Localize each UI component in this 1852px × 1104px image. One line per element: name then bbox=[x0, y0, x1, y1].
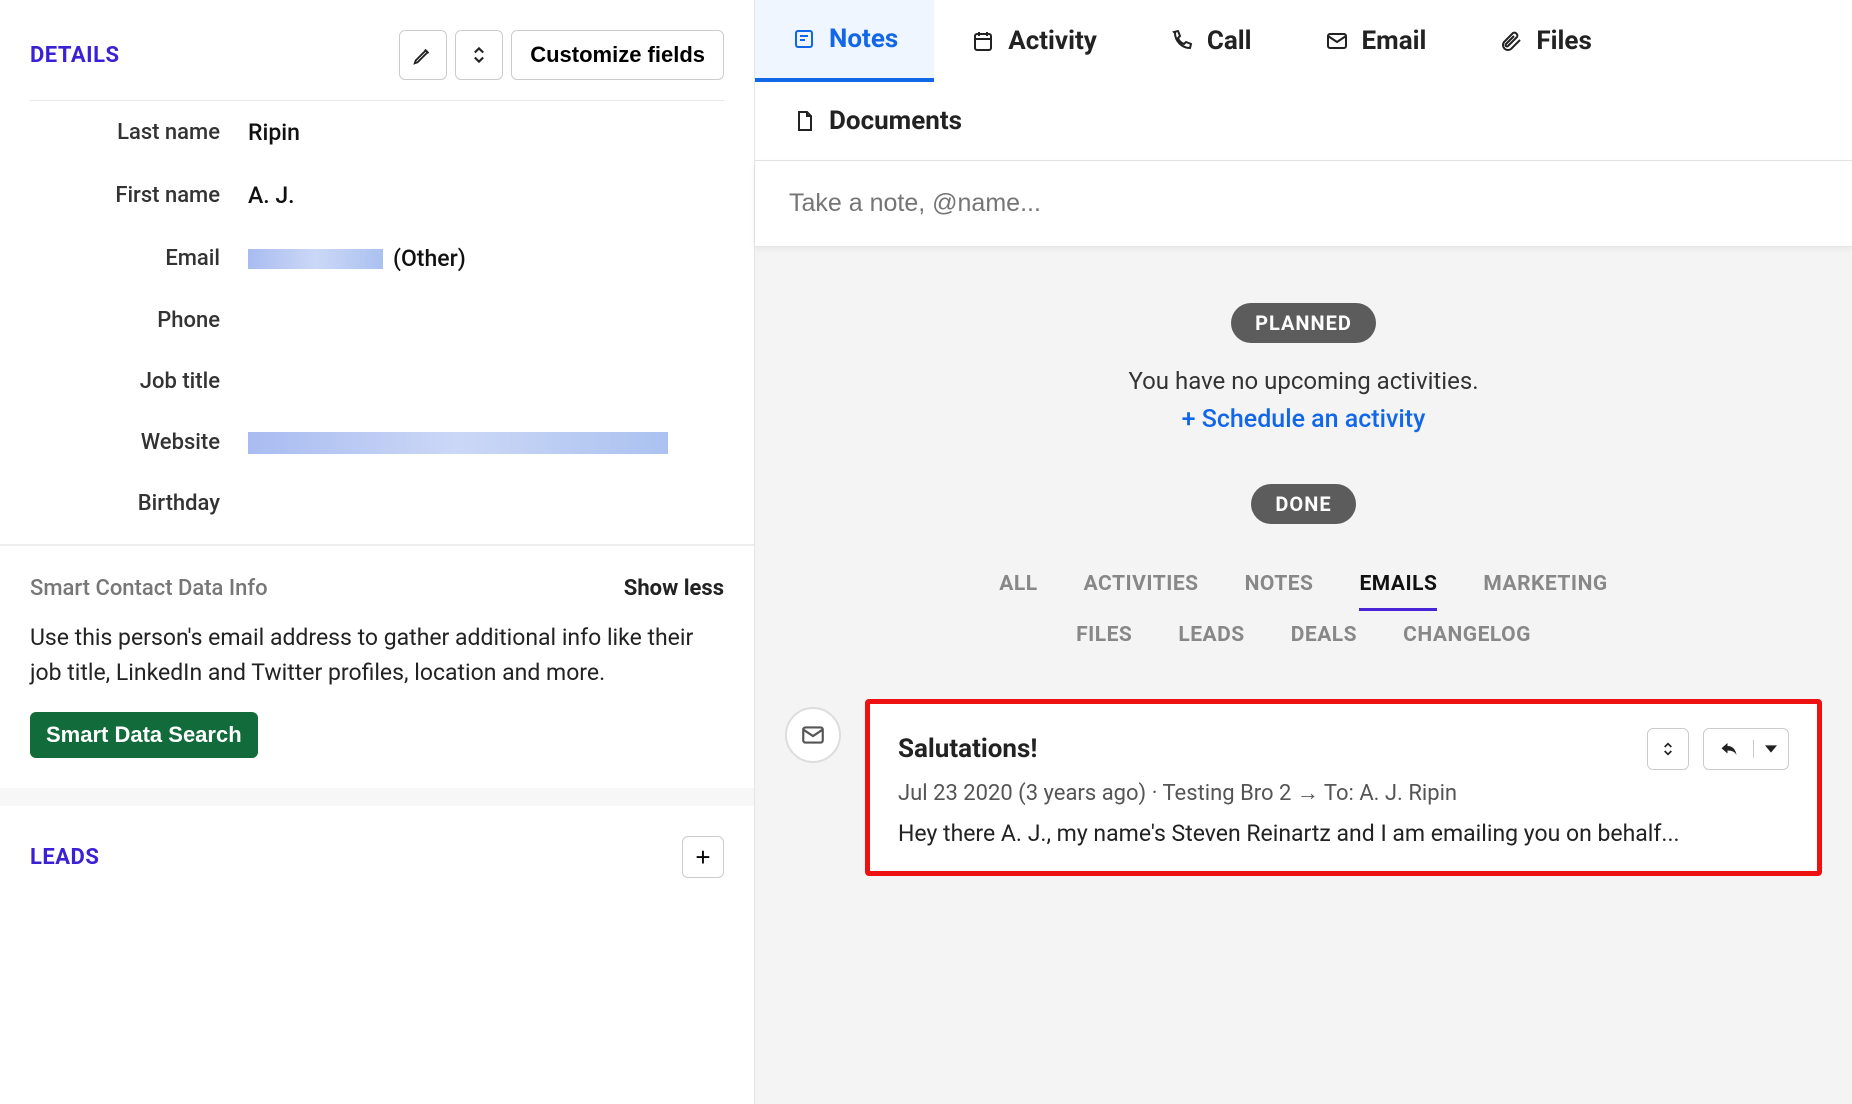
smart-description: Use this person's email address to gathe… bbox=[30, 621, 724, 690]
tab-email[interactable]: Email bbox=[1288, 0, 1463, 82]
expand-button[interactable] bbox=[1647, 728, 1689, 770]
tab-documents[interactable]: Documents bbox=[755, 82, 998, 160]
field-value: (Other) bbox=[248, 245, 466, 272]
email-card[interactable]: Salutations! bbox=[865, 699, 1822, 876]
calendar-icon bbox=[970, 28, 996, 54]
tabs-bar: Notes Activity Call Email bbox=[755, 0, 1852, 161]
customize-fields-button[interactable]: Customize fields bbox=[511, 30, 724, 80]
field-label: First name bbox=[30, 183, 220, 208]
envelope-icon bbox=[1324, 28, 1350, 54]
details-title: DETAILS bbox=[30, 43, 120, 68]
done-pill: DONE bbox=[1251, 484, 1355, 524]
filter-all[interactable]: ALL bbox=[999, 572, 1037, 611]
email-to: A. J. Ripin bbox=[1359, 781, 1457, 806]
tab-label: Call bbox=[1207, 26, 1252, 56]
tab-label: Notes bbox=[829, 24, 898, 54]
filter-marketing[interactable]: MARKETING bbox=[1483, 572, 1607, 611]
field-label: Website bbox=[30, 430, 220, 455]
tab-label: Documents bbox=[829, 106, 962, 136]
leads-title: LEADS bbox=[30, 845, 99, 870]
tab-label: Email bbox=[1362, 26, 1427, 56]
caret-down-icon bbox=[1765, 744, 1777, 754]
chevrons-vertical-icon bbox=[469, 44, 489, 66]
document-icon bbox=[791, 108, 817, 134]
field-phone[interactable]: Phone bbox=[0, 290, 754, 351]
tab-activity[interactable]: Activity bbox=[934, 0, 1133, 82]
chevrons-vertical-icon bbox=[1660, 739, 1676, 759]
field-birthday[interactable]: Birthday bbox=[0, 473, 754, 534]
done-filters: ALL ACTIVITIES NOTES EMAILS MARKETING bbox=[755, 548, 1852, 611]
tab-label: Files bbox=[1536, 26, 1591, 56]
pencil-icon bbox=[412, 44, 434, 66]
note-composer[interactable] bbox=[755, 161, 1852, 247]
details-actions: Customize fields bbox=[399, 30, 724, 80]
planned-section: PLANNED You have no upcoming activities.… bbox=[755, 253, 1852, 434]
email-date: Jul 23 2020 (3 years ago) bbox=[898, 781, 1146, 806]
tab-call[interactable]: Call bbox=[1133, 0, 1288, 82]
activity-panel: Notes Activity Call Email bbox=[755, 0, 1852, 1104]
note-icon bbox=[791, 26, 817, 52]
show-less-toggle[interactable]: Show less bbox=[624, 576, 724, 601]
email-subject: Salutations! bbox=[898, 734, 1037, 764]
smart-data-search-button[interactable]: Smart Data Search bbox=[30, 712, 258, 758]
filter-emails[interactable]: EMAILS bbox=[1359, 572, 1437, 611]
field-label: Job title bbox=[30, 369, 220, 394]
tab-label: Activity bbox=[1008, 26, 1097, 56]
edit-button[interactable] bbox=[399, 30, 447, 80]
filter-deals[interactable]: DEALS bbox=[1291, 623, 1357, 659]
tab-notes[interactable]: Notes bbox=[755, 0, 934, 82]
filter-leads[interactable]: LEADS bbox=[1178, 623, 1244, 659]
redacted-website bbox=[248, 432, 668, 454]
email-from: Testing Bro 2 bbox=[1162, 781, 1291, 806]
smart-title: Smart Contact Data Info bbox=[30, 576, 268, 601]
field-email[interactable]: Email (Other) bbox=[0, 227, 754, 290]
filter-files[interactable]: FILES bbox=[1076, 623, 1132, 659]
details-panel: DETAILS Customize fields Last name Ripin bbox=[0, 0, 755, 1104]
reply-icon bbox=[1718, 740, 1740, 758]
field-label: Email bbox=[30, 246, 220, 271]
timeline-item: Salutations! bbox=[755, 659, 1852, 906]
email-type: (Other) bbox=[393, 245, 466, 272]
email-meta: Jul 23 2020 (3 years ago) · Testing Bro … bbox=[898, 780, 1789, 806]
email-body-preview: Hey there A. J., my name's Steven Reinar… bbox=[898, 820, 1789, 847]
smart-contact-section: Smart Contact Data Info Show less Use th… bbox=[0, 544, 754, 788]
leads-section: LEADS + bbox=[0, 788, 754, 908]
filter-changelog[interactable]: CHANGELOG bbox=[1403, 623, 1531, 659]
plus-icon: + bbox=[695, 842, 710, 873]
reply-split-button bbox=[1703, 728, 1789, 770]
reply-dropdown[interactable] bbox=[1754, 744, 1788, 754]
add-lead-button[interactable]: + bbox=[682, 836, 724, 878]
done-filters-row2: FILES LEADS DEALS CHANGELOG bbox=[755, 611, 1852, 659]
done-section: DONE bbox=[755, 434, 1852, 548]
reply-button[interactable] bbox=[1704, 740, 1754, 758]
field-label: Birthday bbox=[30, 491, 220, 516]
field-first-name[interactable]: First name A. J. bbox=[0, 164, 754, 227]
email-actions bbox=[1647, 728, 1789, 770]
redacted-email bbox=[248, 249, 383, 269]
reorder-button[interactable] bbox=[455, 30, 503, 80]
paperclip-icon bbox=[1498, 28, 1524, 54]
phone-icon bbox=[1169, 28, 1195, 54]
field-label: Last name bbox=[30, 120, 220, 145]
filter-activities[interactable]: ACTIVITIES bbox=[1084, 572, 1199, 611]
schedule-activity-link[interactable]: + Schedule an activity bbox=[755, 405, 1852, 434]
tab-files[interactable]: Files bbox=[1462, 0, 1627, 82]
note-input[interactable] bbox=[789, 189, 1818, 218]
field-last-name[interactable]: Last name Ripin bbox=[0, 101, 754, 164]
field-job-title[interactable]: Job title bbox=[0, 351, 754, 412]
planned-pill: PLANNED bbox=[1231, 303, 1376, 343]
field-label: Phone bbox=[30, 308, 220, 333]
field-value: Ripin bbox=[248, 119, 300, 146]
field-website[interactable]: Website bbox=[0, 412, 754, 473]
timeline-email-icon bbox=[785, 707, 841, 763]
email-to-prefix: To: bbox=[1324, 781, 1354, 806]
field-value: A. J. bbox=[248, 182, 295, 209]
filter-notes[interactable]: NOTES bbox=[1245, 572, 1314, 611]
no-upcoming-text: You have no upcoming activities. bbox=[755, 367, 1852, 395]
field-value bbox=[248, 432, 668, 454]
